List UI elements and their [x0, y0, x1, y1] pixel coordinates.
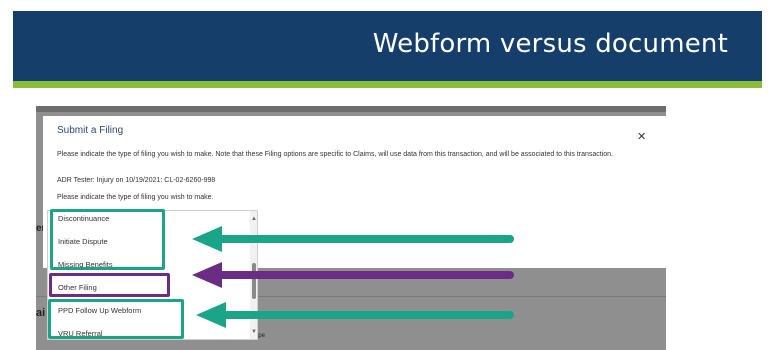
arrow-left-icon	[192, 262, 514, 288]
accent-bar	[13, 81, 762, 88]
top-strip	[36, 106, 666, 112]
filing-prompt: Please indicate the type of filing you w…	[57, 194, 214, 201]
arrow-left-icon	[192, 226, 514, 252]
arrow-left-icon	[196, 302, 514, 328]
slide-header: Webform versus document	[13, 11, 762, 81]
slide-title: Webform versus document	[372, 29, 728, 59]
modal-description: Please indicate the type of filing you w…	[57, 151, 614, 158]
highlight-box-purple	[49, 273, 170, 297]
close-icon[interactable]: ✕	[637, 130, 646, 143]
background-heading-fragment: ai	[36, 307, 46, 319]
claim-info: ADR Tester: Injury on 10/19/2021: CL-02-…	[57, 177, 216, 184]
scroll-up-icon[interactable]: ▲	[251, 216, 257, 222]
highlight-box-green	[50, 209, 165, 270]
highlight-box-green	[48, 299, 184, 339]
modal-title: Submit a Filing	[57, 125, 124, 136]
